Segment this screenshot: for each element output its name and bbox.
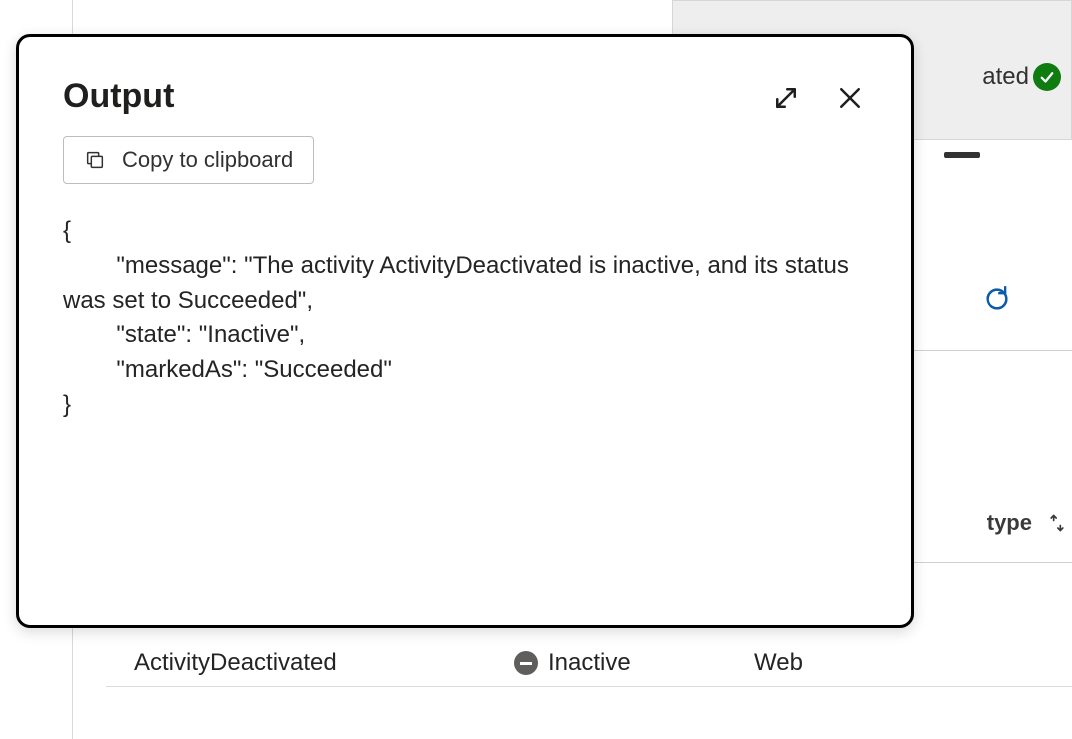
collapse-handle-icon	[944, 152, 980, 158]
close-button[interactable]	[833, 81, 867, 115]
copy-to-clipboard-label: Copy to clipboard	[122, 147, 293, 173]
activity-card-label: ated	[982, 63, 1029, 91]
output-json: { "message": "The activity ActivityDeact…	[63, 214, 867, 423]
copy-icon	[84, 149, 106, 171]
table-row[interactable]: ActivityDeactivated Inactive Web	[106, 641, 1072, 685]
sort-icon[interactable]	[1046, 512, 1068, 534]
cell-activity-type: Web	[754, 649, 803, 677]
refresh-button[interactable]	[982, 284, 1012, 314]
copy-to-clipboard-button[interactable]: Copy to clipboard	[63, 136, 314, 184]
cell-activity-name: ActivityDeactivated	[134, 649, 514, 677]
table-row-underline	[106, 686, 1072, 687]
output-dialog: Output Copy to clipboard {	[16, 34, 914, 628]
dialog-title: Output	[63, 77, 174, 116]
cell-activity-state-label: Inactive	[548, 649, 631, 677]
expand-button[interactable]	[769, 81, 803, 115]
cell-activity-state: Inactive	[514, 649, 754, 677]
column-header-label: type	[987, 510, 1032, 536]
inactive-icon	[514, 651, 538, 675]
success-icon	[1033, 63, 1061, 91]
column-header-type[interactable]: type	[987, 510, 1068, 536]
